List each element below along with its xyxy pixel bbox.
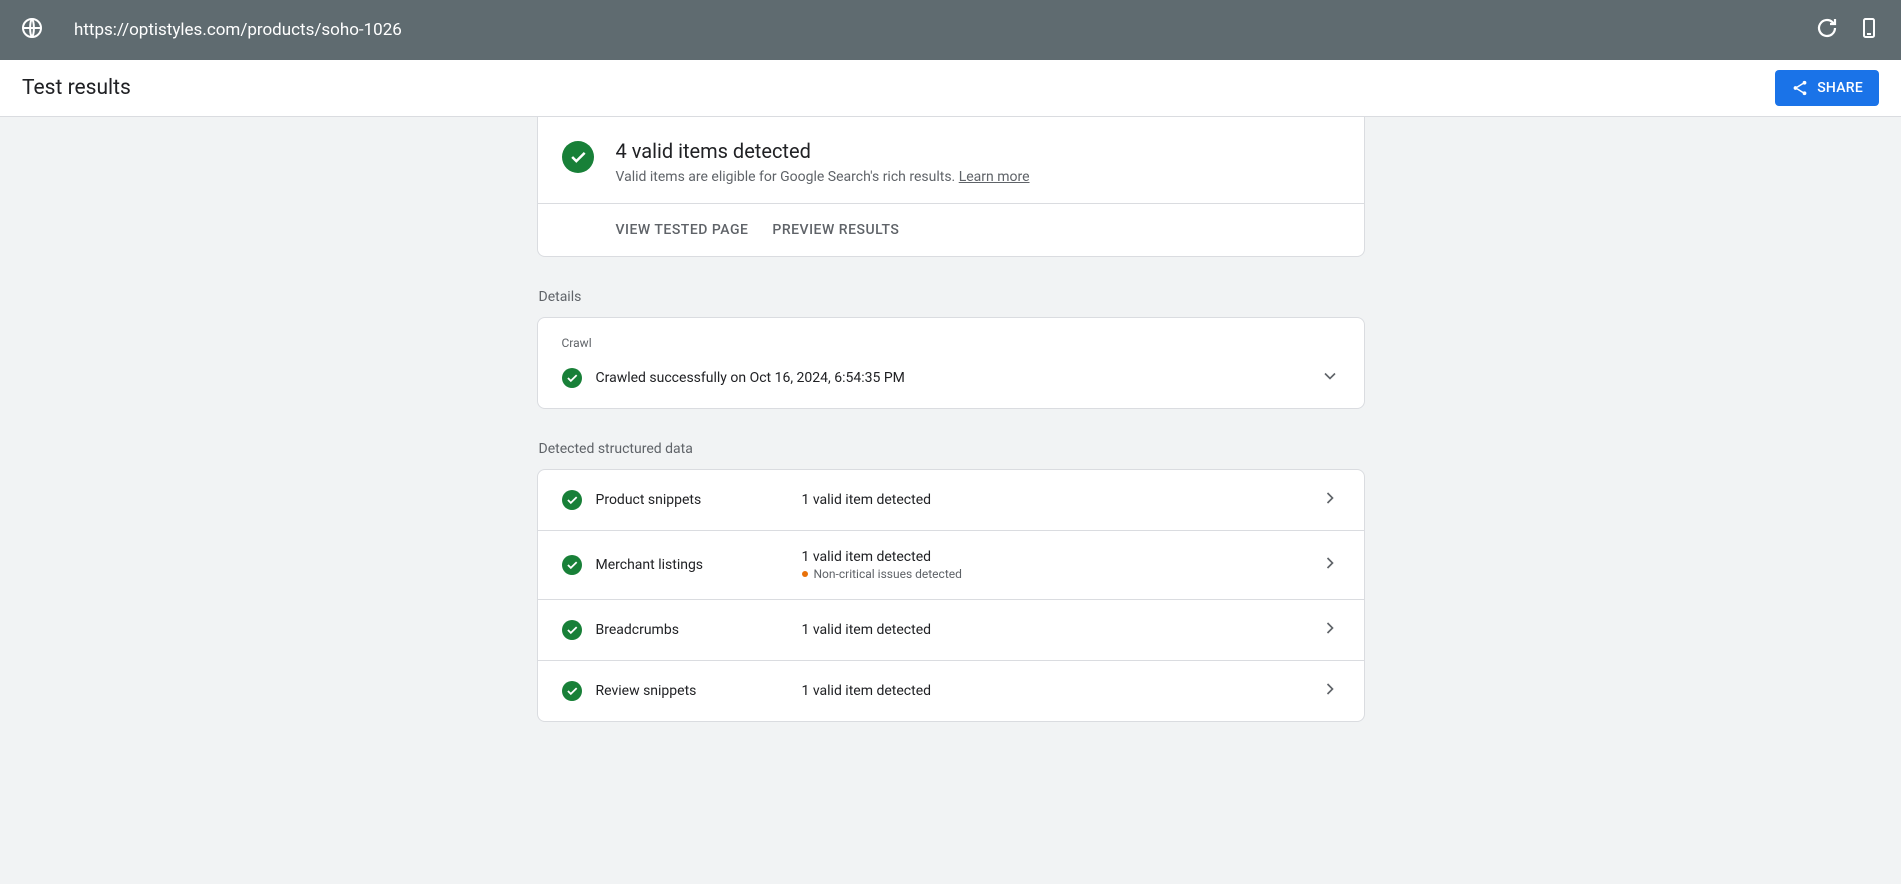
summary-card: 4 valid items detected Valid items are e… — [537, 117, 1365, 257]
crawl-status-text: Crawled successfully on Oct 16, 2024, 6:… — [596, 370, 1306, 386]
chevron-right-icon — [1320, 488, 1340, 512]
check-circle-icon — [562, 681, 582, 701]
check-circle-icon — [562, 368, 582, 388]
structured-data-row[interactable]: Product snippets 1 valid item detected — [538, 470, 1364, 531]
chevron-down-icon — [1320, 366, 1340, 390]
smartphone-icon[interactable] — [1857, 16, 1881, 44]
structured-data-row[interactable]: Merchant listings 1 valid item detected No… — [538, 531, 1364, 600]
row-issue: Non-critical issues detected — [802, 567, 1320, 581]
structured-data-row[interactable]: Review snippets 1 valid item detected — [538, 661, 1364, 721]
view-tested-page-button[interactable]: VIEW TESTED PAGE — [616, 222, 749, 238]
page-header: Test results SHARE — [0, 60, 1901, 117]
check-circle-icon — [562, 555, 582, 575]
share-button[interactable]: SHARE — [1775, 70, 1879, 106]
row-status: 1 valid item detected — [802, 622, 1320, 638]
warning-dot-icon — [802, 571, 808, 577]
globe-icon — [20, 16, 74, 44]
crawl-label: Crawl — [562, 336, 1340, 350]
crawl-card[interactable]: Crawl Crawled successfully on Oct 16, 20… — [537, 317, 1365, 409]
chevron-right-icon — [1320, 679, 1340, 703]
content-area: 4 valid items detected Valid items are e… — [0, 117, 1901, 884]
chevron-right-icon — [1320, 553, 1340, 577]
row-name: Product snippets — [596, 492, 702, 508]
row-name: Merchant listings — [596, 557, 704, 573]
structured-data-row[interactable]: Breadcrumbs 1 valid item detected — [538, 600, 1364, 661]
url-bar: https://optistyles.com/products/soho-102… — [0, 0, 1901, 60]
details-section-label: Details — [539, 289, 1365, 305]
row-status: 1 valid item detected — [802, 683, 1320, 699]
chevron-right-icon — [1320, 618, 1340, 642]
page-title: Test results — [22, 76, 1775, 100]
check-circle-icon — [562, 490, 582, 510]
structured-data-section-label: Detected structured data — [539, 441, 1365, 457]
check-circle-icon — [562, 620, 582, 640]
share-label: SHARE — [1817, 80, 1863, 96]
share-icon — [1791, 79, 1809, 97]
row-status: 1 valid item detected — [802, 492, 1320, 508]
summary-subtitle: Valid items are eligible for Google Sear… — [616, 169, 1030, 185]
row-status: 1 valid item detected — [802, 549, 1320, 565]
refresh-icon[interactable] — [1815, 16, 1839, 44]
row-name: Review snippets — [596, 683, 697, 699]
row-name: Breadcrumbs — [596, 622, 679, 638]
preview-results-button[interactable]: PREVIEW RESULTS — [772, 222, 899, 238]
check-circle-icon — [562, 141, 594, 173]
tested-url[interactable]: https://optistyles.com/products/soho-102… — [74, 20, 1815, 40]
summary-title: 4 valid items detected — [616, 139, 1030, 163]
learn-more-link[interactable]: Learn more — [959, 169, 1030, 185]
structured-data-list: Product snippets1 valid item detectedMer… — [537, 469, 1365, 722]
